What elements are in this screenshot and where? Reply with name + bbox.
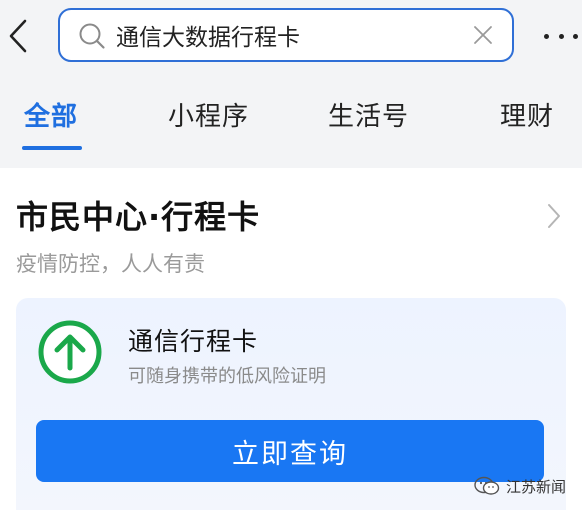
tab-life-accounts[interactable]: 生活号 bbox=[328, 96, 409, 133]
tab-mini-programs[interactable]: 小程序 bbox=[168, 96, 249, 133]
service-item-description: 可随身携带的低风险证明 bbox=[128, 366, 326, 387]
query-now-button[interactable]: 立即查询 bbox=[36, 420, 544, 482]
wechat-logo-icon bbox=[474, 476, 500, 495]
back-chevron-icon bbox=[9, 19, 27, 53]
search-icon bbox=[79, 23, 105, 49]
more-dot-icon bbox=[573, 33, 578, 39]
clear-search-icon[interactable] bbox=[472, 24, 494, 46]
result-title[interactable]: 市民中心·行程卡 bbox=[16, 192, 260, 238]
chevron-right-icon[interactable] bbox=[546, 202, 562, 230]
more-menu-button[interactable] bbox=[544, 26, 578, 46]
result-card: 市民中心·行程卡 疫情防控，人人有责 通信行程卡 可随身携带的低风险证明 立即查… bbox=[0, 168, 582, 510]
watermark-text: 江苏新闻 bbox=[506, 477, 567, 496]
watermark: 江苏新闻 bbox=[474, 474, 578, 498]
service-item-title: 通信行程卡 bbox=[128, 327, 259, 356]
up-arrow-circle-icon bbox=[38, 320, 102, 384]
more-dot-icon bbox=[558, 33, 564, 39]
more-dot-icon bbox=[544, 33, 549, 39]
result-subtitle: 疫情防控，人人有责 bbox=[16, 252, 205, 276]
back-button[interactable] bbox=[2, 14, 34, 58]
active-tab-indicator bbox=[22, 146, 82, 150]
top-bar bbox=[0, 0, 582, 78]
tab-finance[interactable]: 理财 bbox=[500, 96, 554, 133]
category-tabs: 全部 小程序 生活号 理财 bbox=[0, 78, 582, 168]
search-box[interactable] bbox=[58, 8, 514, 62]
search-input[interactable] bbox=[116, 16, 456, 54]
tab-all[interactable]: 全部 bbox=[24, 96, 78, 133]
